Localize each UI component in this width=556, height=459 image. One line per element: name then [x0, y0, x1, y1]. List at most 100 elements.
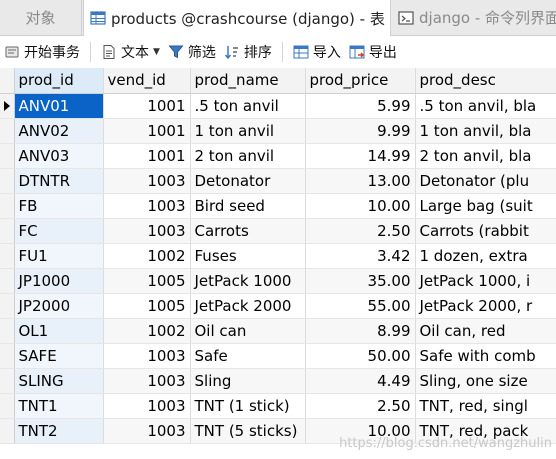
cell-prod-desc[interactable]: Oil can, red: [415, 318, 556, 344]
cell-prod-name[interactable]: 1 ton anvil: [190, 118, 306, 144]
cell-prod-desc[interactable]: Large bag (suit: [415, 193, 556, 219]
row-selector[interactable]: [0, 318, 15, 344]
cell-prod-name[interactable]: 2 ton anvil: [190, 143, 306, 169]
cell-prod-id[interactable]: DTNTR: [14, 168, 104, 194]
row-selector[interactable]: [0, 93, 15, 119]
export-button[interactable]: 导出: [345, 39, 401, 65]
table-row[interactable]: TNT1 1003 TNT (1 stick) 2.50 TNT, red, singl: [0, 393, 556, 419]
cell-prod-desc[interactable]: 2 ton anvil, bla: [415, 143, 556, 169]
cell-prod-price[interactable]: 10.00: [305, 193, 416, 219]
cell-prod-name[interactable]: Oil can: [190, 318, 306, 344]
cell-prod-name[interactable]: Safe: [190, 343, 306, 369]
cell-prod-desc[interactable]: .5 ton anvil, bla: [415, 93, 556, 119]
cell-prod-name[interactable]: TNT (5 sticks): [190, 418, 306, 444]
row-selector[interactable]: [0, 393, 15, 419]
cell-vend-id[interactable]: 1003: [103, 368, 191, 394]
cell-prod-id[interactable]: SAFE: [14, 343, 104, 369]
row-selector[interactable]: [0, 418, 15, 444]
cell-vend-id[interactable]: 1003: [103, 418, 191, 444]
cell-prod-price[interactable]: 55.00: [305, 293, 416, 319]
column-header-vend-id[interactable]: vend_id: [103, 68, 191, 94]
row-selector[interactable]: [0, 143, 15, 169]
table-row[interactable]: ANV03 1001 2 ton anvil 14.99 2 ton anvil, bl…: [0, 143, 556, 169]
row-selector[interactable]: [0, 218, 15, 244]
cell-vend-id[interactable]: 1003: [103, 193, 191, 219]
cell-prod-price[interactable]: 13.00: [305, 168, 416, 194]
cell-prod-name[interactable]: JetPack 2000: [190, 293, 306, 319]
table-row[interactable]: SLING 1003 Sling 4.49 Sling, one size: [0, 368, 556, 394]
cell-vend-id[interactable]: 1003: [103, 218, 191, 244]
table-row[interactable]: SAFE 1003 Safe 50.00 Safe with comb: [0, 343, 556, 369]
cell-prod-desc[interactable]: JetPack 2000, r: [415, 293, 556, 319]
begin-transaction-button[interactable]: 开始事务: [0, 39, 84, 65]
table-row[interactable]: DTNTR 1003 Detonator 13.00 Detonator (plu: [0, 168, 556, 194]
cell-prod-id[interactable]: JP2000: [14, 293, 104, 319]
row-selector[interactable]: [0, 168, 15, 194]
cell-prod-desc[interactable]: Detonator (plu: [415, 168, 556, 194]
cell-prod-name[interactable]: Carrots: [190, 218, 306, 244]
cell-prod-id[interactable]: ANV01: [14, 93, 104, 119]
cell-prod-price[interactable]: 8.99: [305, 318, 416, 344]
cell-vend-id[interactable]: 1002: [103, 243, 191, 269]
row-selector[interactable]: [0, 293, 15, 319]
cell-prod-name[interactable]: Detonator: [190, 168, 306, 194]
row-selector[interactable]: [0, 193, 15, 219]
row-selector[interactable]: [0, 118, 15, 144]
cell-prod-name[interactable]: TNT (1 stick): [190, 393, 306, 419]
column-header-prod-desc[interactable]: prod_desc: [415, 68, 556, 94]
cell-prod-id[interactable]: TNT1: [14, 393, 104, 419]
cell-prod-id[interactable]: OL1: [14, 318, 104, 344]
table-row[interactable]: JP2000 1005 JetPack 2000 55.00 JetPack 2000,…: [0, 293, 556, 319]
cell-prod-desc[interactable]: 1 dozen, extra: [415, 243, 556, 269]
tab-command-line[interactable]: django - 命令列界面: [392, 0, 556, 35]
cell-prod-price[interactable]: 3.42: [305, 243, 416, 269]
import-button[interactable]: 导入: [289, 39, 345, 65]
cell-prod-desc[interactable]: TNT, red, singl: [415, 393, 556, 419]
row-selector[interactable]: [0, 268, 15, 294]
table-row[interactable]: ANV01 1001.5 ton anvil 5.99.5 ton anvil, b…: [0, 93, 556, 119]
cell-vend-id[interactable]: 1001: [103, 143, 191, 169]
row-selector[interactable]: [0, 343, 15, 369]
tab-objects[interactable]: 对象: [0, 0, 82, 35]
cell-prod-desc[interactable]: Sling, one size: [415, 368, 556, 394]
cell-prod-name[interactable]: JetPack 1000: [190, 268, 306, 294]
cell-vend-id[interactable]: 1005: [103, 293, 191, 319]
column-header-prod-id[interactable]: prod_id: [14, 68, 104, 94]
cell-prod-id[interactable]: SLING: [14, 368, 104, 394]
row-selector-header[interactable]: [0, 68, 15, 94]
table-row[interactable]: FC 1003 Carrots 2.50 Carrots (rabbit: [0, 218, 556, 244]
table-row[interactable]: OL1 1002 Oil can 8.99 Oil can, red: [0, 318, 556, 344]
cell-vend-id[interactable]: 1005: [103, 268, 191, 294]
cell-prod-price[interactable]: 35.00: [305, 268, 416, 294]
sort-button[interactable]: 排序: [220, 39, 276, 65]
cell-prod-id[interactable]: ANV03: [14, 143, 104, 169]
text-button[interactable]: 文本 ▼: [97, 39, 164, 65]
cell-prod-price[interactable]: 2.50: [305, 218, 416, 244]
cell-prod-id[interactable]: JP1000: [14, 268, 104, 294]
cell-prod-price[interactable]: 50.00: [305, 343, 416, 369]
cell-prod-price[interactable]: 14.99: [305, 143, 416, 169]
cell-vend-id[interactable]: 1003: [103, 393, 191, 419]
cell-prod-price[interactable]: 4.49: [305, 368, 416, 394]
cell-vend-id[interactable]: 1003: [103, 343, 191, 369]
row-selector[interactable]: [0, 243, 15, 269]
cell-vend-id[interactable]: 1003: [103, 168, 191, 194]
cell-prod-id[interactable]: FB: [14, 193, 104, 219]
column-header-prod-price[interactable]: prod_price: [305, 68, 416, 94]
table-row[interactable]: JP1000 1005 JetPack 1000 35.00 JetPack 1000,…: [0, 268, 556, 294]
cell-prod-id[interactable]: FU1: [14, 243, 104, 269]
filter-button[interactable]: 筛选: [164, 39, 220, 65]
cell-prod-desc[interactable]: Carrots (rabbit: [415, 218, 556, 244]
row-selector[interactable]: [0, 368, 15, 394]
cell-prod-id[interactable]: FC: [14, 218, 104, 244]
cell-prod-name[interactable]: Sling: [190, 368, 306, 394]
cell-prod-name[interactable]: Fuses: [190, 243, 306, 269]
tab-products-table[interactable]: products @crashcourse (django) - 表: [83, 0, 391, 36]
cell-prod-desc[interactable]: 1 ton anvil, bla: [415, 118, 556, 144]
cell-vend-id[interactable]: 1001: [103, 93, 191, 119]
table-row[interactable]: FB 1003 Bird seed 10.00 Large bag (suit: [0, 193, 556, 219]
cell-vend-id[interactable]: 1002: [103, 318, 191, 344]
cell-vend-id[interactable]: 1001: [103, 118, 191, 144]
cell-prod-name[interactable]: Bird seed: [190, 193, 306, 219]
column-header-prod-name[interactable]: prod_name: [190, 68, 306, 94]
